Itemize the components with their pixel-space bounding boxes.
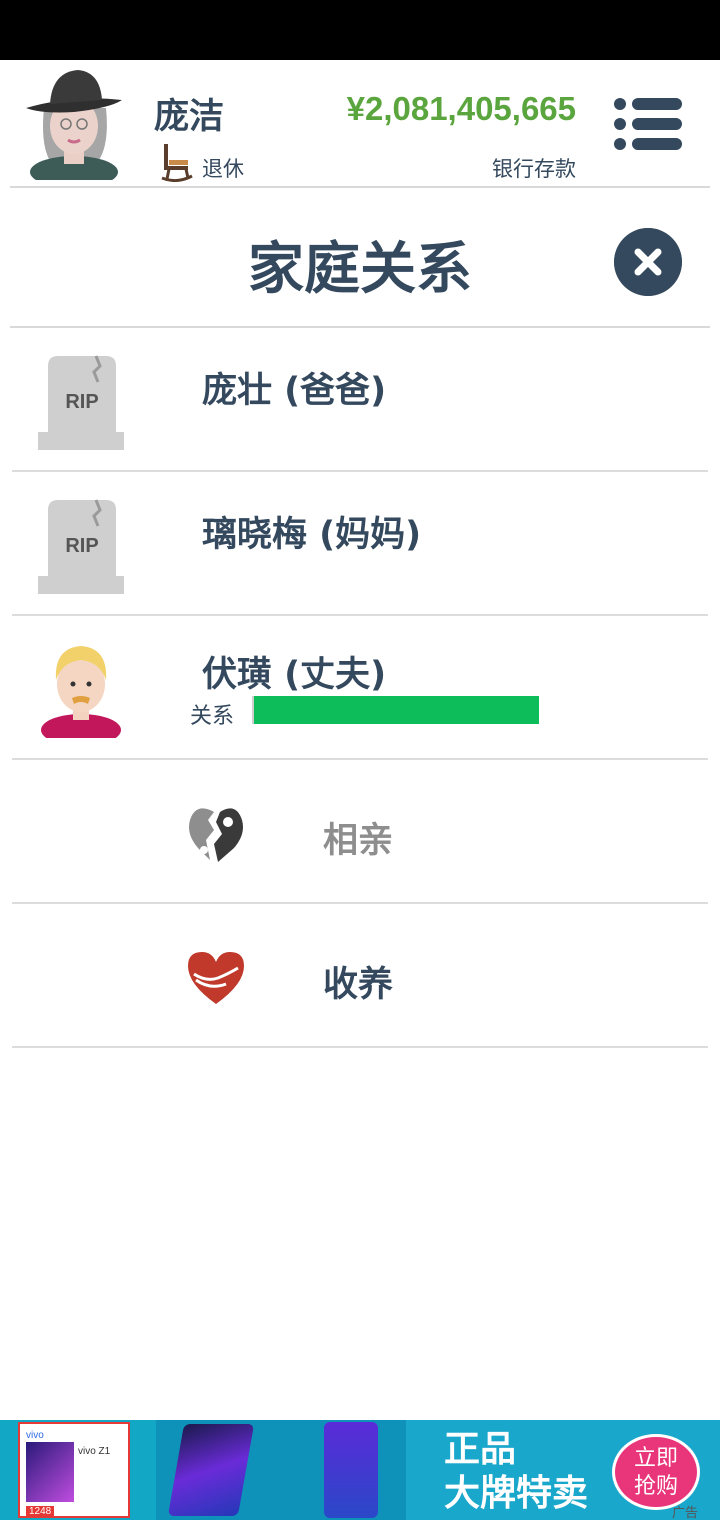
adopt-action[interactable]: 收养 <box>0 904 720 1048</box>
ad-price: 1248 <box>26 1506 55 1517</box>
ad-brand: vivo <box>26 1430 44 1441</box>
relationship-bar <box>252 696 542 724</box>
header-divider <box>10 186 710 188</box>
blind-date-action[interactable]: 相亲 <box>0 760 720 904</box>
relative-name: 庞壮 (爸爸) <box>202 371 387 411</box>
relationship-label: 关系 <box>190 704 235 729</box>
ad-phone-image <box>156 1420 296 1520</box>
player-avatar <box>26 70 122 180</box>
bank-balance-label: 银行存款 <box>492 157 576 181</box>
ad-tag: 广告 <box>672 1506 699 1520</box>
relative-row-husband[interactable]: 伏璜 (丈夫) 关系 <box>0 616 720 760</box>
system-status-bar <box>0 0 720 60</box>
tombstone-icon: RIP <box>38 355 124 450</box>
ad-product-card: vivo vivo Z1 1248 <box>0 1420 156 1520</box>
life-status-label: 退休 <box>202 157 244 181</box>
ad-model: vivo Z1 <box>78 1446 111 1457</box>
menu-list-icon[interactable] <box>612 96 684 152</box>
adopt-label: 收养 <box>323 965 394 1005</box>
close-button[interactable] <box>614 228 682 296</box>
ad-headline: 正品 大牌特卖 <box>444 1429 589 1514</box>
row-divider <box>12 1046 708 1048</box>
broken-heart-icon <box>189 808 243 862</box>
relative-name: 璃晓梅 (妈妈) <box>202 515 422 555</box>
ad-buy-button[interactable]: 立即 抢购 <box>612 1434 700 1510</box>
relative-row-father[interactable]: RIP 庞壮 (爸爸) <box>0 328 720 472</box>
ad-phone-thumb <box>26 1442 74 1502</box>
husband-avatar <box>41 646 121 738</box>
ad-phone-back-image <box>296 1420 406 1520</box>
blind-date-label: 相亲 <box>323 821 394 861</box>
tombstone-icon: RIP <box>38 499 124 594</box>
grave-text: RIP <box>65 391 98 413</box>
adopt-heart-icon <box>188 952 244 1004</box>
page-title: 家庭关系 <box>248 237 472 302</box>
grave-text: RIP <box>65 535 98 557</box>
character-name: 庞洁 <box>154 97 225 137</box>
character-header: 庞洁 退休 ¥2,081,405,665 银行存款 <box>0 60 720 188</box>
bank-balance: ¥2,081,405,665 <box>346 90 576 127</box>
relationship-bar-fill <box>254 696 540 724</box>
rocking-chair-icon <box>161 144 193 182</box>
ad-banner[interactable]: vivo vivo Z1 1248 正品 大牌特卖 立即 抢购 <box>0 1420 720 1520</box>
relative-row-mother[interactable]: RIP 璃晓梅 (妈妈) <box>0 472 720 616</box>
relative-name: 伏璜 (丈夫) <box>202 655 387 695</box>
